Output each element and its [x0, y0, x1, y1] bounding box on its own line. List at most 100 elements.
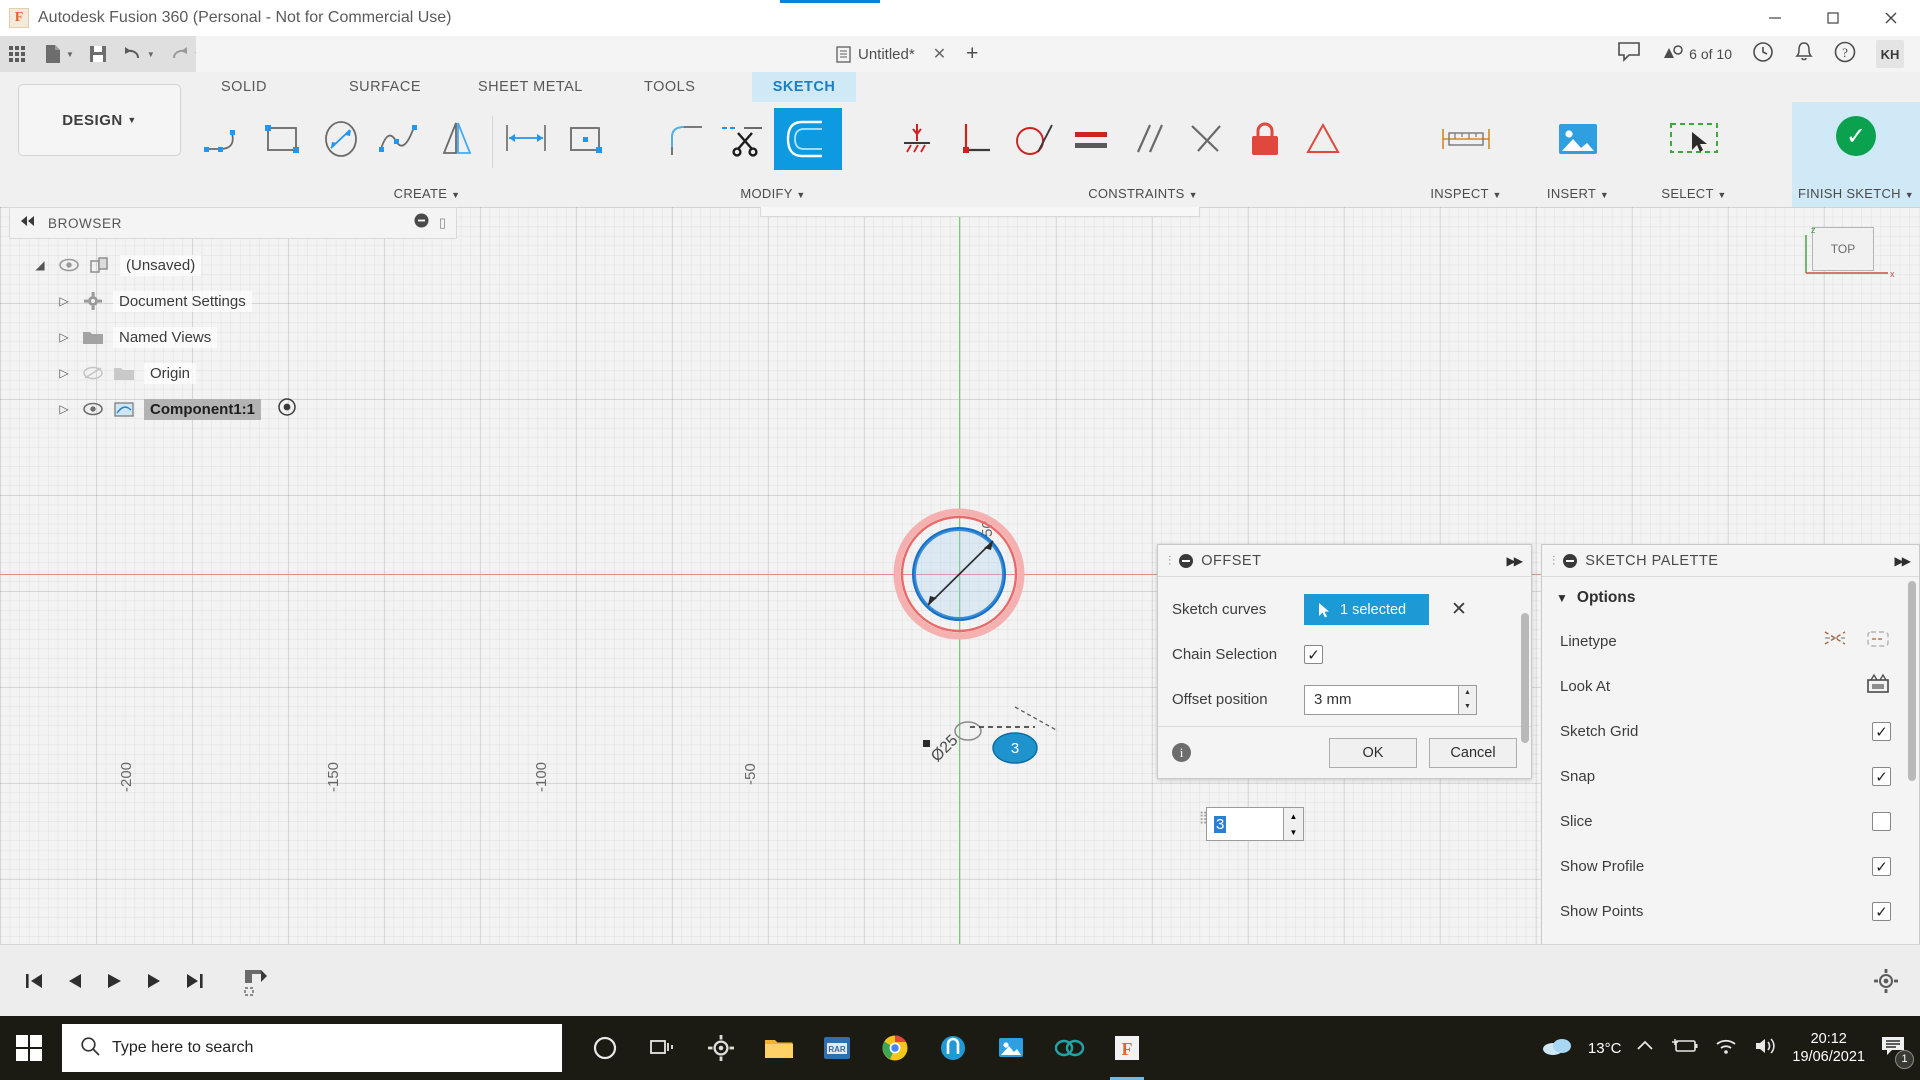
- step-forward-icon[interactable]: [134, 959, 174, 1003]
- expand-triangle-icon[interactable]: ◢: [31, 258, 49, 272]
- constraint-equal-icon[interactable]: [1062, 108, 1120, 170]
- inline-offset-field[interactable]: 3: [1206, 807, 1284, 841]
- cortana-icon[interactable]: [576, 1016, 634, 1080]
- file-explorer-icon[interactable]: [750, 1016, 808, 1080]
- maximize-button[interactable]: [1804, 0, 1862, 36]
- info-icon[interactable]: i: [1172, 743, 1191, 762]
- wifi-icon[interactable]: [1714, 1037, 1738, 1060]
- create-spline-icon[interactable]: [370, 108, 428, 170]
- palette-section-options[interactable]: ▼ Options: [1542, 577, 1919, 619]
- expand-right-icon[interactable]: ▶▶: [1507, 554, 1521, 568]
- constraint-lock-icon[interactable]: [1236, 108, 1294, 170]
- dialog-scrollbar[interactable]: [1521, 613, 1529, 743]
- constraint-symmetry-icon[interactable]: [1178, 108, 1236, 170]
- look-at-icon[interactable]: [1865, 673, 1891, 700]
- sketch-curves-selection-button[interactable]: 1 selected: [1304, 594, 1429, 625]
- winrar-icon[interactable]: RAR: [808, 1016, 866, 1080]
- finish-sketch-group[interactable]: ✓ FINISH SKETCH ▼: [1792, 102, 1920, 207]
- recent-icon[interactable]: [1752, 41, 1774, 68]
- expand-triangle-icon[interactable]: ▷: [55, 330, 73, 344]
- tab-tools[interactable]: TOOLS: [628, 72, 711, 102]
- new-file-icon[interactable]: ▼: [36, 36, 81, 72]
- linetype-centerline-icon[interactable]: [1865, 628, 1891, 655]
- grip-icon[interactable]: ▯: [439, 215, 446, 231]
- battery-charging-icon[interactable]: [1669, 1037, 1699, 1060]
- go-to-beginning-icon[interactable]: [14, 959, 54, 1003]
- collapse-left-icon[interactable]: [20, 214, 36, 232]
- browser-item-named-views[interactable]: ▷ Named Views: [9, 319, 457, 355]
- browser-item-origin[interactable]: ▷ Origin: [9, 355, 457, 391]
- ribbon-group-label-modify[interactable]: MODIFY ▼: [658, 186, 888, 201]
- modify-offset-icon[interactable]: [774, 108, 842, 170]
- taskbar-search-box[interactable]: Type here to search: [62, 1024, 562, 1072]
- browser-item-unsaved[interactable]: ◢ (Unsaved): [9, 247, 457, 283]
- inline-offset-value[interactable]: 3: [1214, 816, 1226, 833]
- chrome-icon[interactable]: [866, 1016, 924, 1080]
- user-avatar[interactable]: KH: [1876, 40, 1904, 68]
- snap-checkbox[interactable]: [1872, 767, 1891, 786]
- constraint-perpendicular-icon[interactable]: [946, 108, 1004, 170]
- fusion-launcher-icon[interactable]: [924, 1016, 982, 1080]
- show-points-checkbox[interactable]: [1872, 902, 1891, 921]
- offset-dialog-header[interactable]: ⫶ OFFSET ▶▶: [1158, 545, 1531, 577]
- constraint-tangent-icon[interactable]: [1004, 108, 1062, 170]
- offset-position-input[interactable]: 3 mm: [1304, 685, 1459, 715]
- grip-icon[interactable]: ⣿: [1199, 810, 1206, 838]
- inline-offset-stepper[interactable]: ▲ ▼: [1284, 807, 1304, 841]
- play-icon[interactable]: [94, 959, 134, 1003]
- create-circle-icon[interactable]: [312, 108, 370, 170]
- save-icon[interactable]: [81, 36, 115, 72]
- stepper-up-icon[interactable]: ▲: [1459, 686, 1476, 700]
- taskbar-clock[interactable]: 20:12 19/06/2021: [1792, 1030, 1865, 1066]
- browser-item-document-settings[interactable]: ▷ Document Settings: [9, 283, 457, 319]
- close-button[interactable]: [1862, 0, 1920, 36]
- speaker-icon[interactable]: [1753, 1036, 1777, 1061]
- view-cube[interactable]: TOP z x: [1790, 217, 1898, 293]
- tab-surface[interactable]: SURFACE: [333, 72, 437, 102]
- ribbon-group-label-insert[interactable]: INSERT ▼: [1522, 186, 1634, 201]
- stepper-up-icon[interactable]: ▲: [1284, 808, 1303, 824]
- grip-icon[interactable]: ⫶: [1168, 553, 1171, 569]
- arduino-icon[interactable]: [1040, 1016, 1098, 1080]
- ribbon-group-label-select[interactable]: SELECT ▼: [1634, 186, 1754, 201]
- chevron-down-icon[interactable]: ▼: [147, 50, 155, 59]
- select-icon[interactable]: [1665, 108, 1723, 170]
- grip-icon[interactable]: ⫶: [1552, 553, 1555, 569]
- visibility-eye-icon[interactable]: [58, 258, 80, 272]
- chevron-down-icon[interactable]: ▼: [66, 50, 74, 59]
- tab-sketch[interactable]: SKETCH: [752, 72, 856, 102]
- browser-item-component1[interactable]: ▷ Component1:1: [9, 391, 457, 427]
- modify-trim-icon[interactable]: [716, 108, 774, 170]
- help-icon[interactable]: ?: [1834, 41, 1856, 68]
- expand-triangle-icon[interactable]: ▷: [55, 402, 73, 416]
- sketch-palette[interactable]: ⫶ SKETCH PALETTE ▶▶ ▼ Options Linetype: [1541, 544, 1920, 944]
- minimize-circle-icon[interactable]: [414, 213, 429, 233]
- job-status-button[interactable]: 6 of 10: [1661, 44, 1732, 64]
- notification-icon[interactable]: 1: [1880, 1034, 1906, 1063]
- new-document-tab-button[interactable]: +: [966, 42, 978, 66]
- minimize-button[interactable]: [1746, 0, 1804, 36]
- chevron-up-icon[interactable]: [1636, 1039, 1654, 1058]
- ribbon-group-label-inspect[interactable]: INSPECT ▼: [1410, 186, 1522, 201]
- windows-start-icon[interactable]: [0, 1016, 58, 1080]
- sketch-feature-icon[interactable]: [236, 959, 276, 1003]
- ribbon-group-label-finish-sketch[interactable]: FINISH SKETCH ▼: [1792, 186, 1920, 201]
- expand-triangle-icon[interactable]: ▷: [55, 294, 73, 308]
- ok-button[interactable]: OK: [1329, 738, 1417, 768]
- create-point-icon[interactable]: [557, 108, 615, 170]
- chain-selection-checkbox[interactable]: [1304, 645, 1323, 664]
- offset-dialog[interactable]: ⫶ OFFSET ▶▶ Sketch curves 1 selected ✕ C…: [1157, 544, 1532, 779]
- linetype-construction-icon[interactable]: [1823, 628, 1849, 655]
- constraint-parallel-icon[interactable]: [1120, 108, 1178, 170]
- ribbon-group-label-constraints[interactable]: CONSTRAINTS ▼: [888, 186, 1398, 201]
- document-tab-untitled[interactable]: Untitled*: [836, 46, 915, 63]
- cancel-button[interactable]: Cancel: [1429, 738, 1517, 768]
- constraint-curvature-icon[interactable]: [1294, 108, 1352, 170]
- tab-solid[interactable]: SOLID: [205, 72, 283, 102]
- show-profile-checkbox[interactable]: [1872, 857, 1891, 876]
- modify-fillet-icon[interactable]: [658, 108, 716, 170]
- create-dimension-icon[interactable]: [499, 108, 557, 170]
- finish-sketch-check-icon[interactable]: ✓: [1836, 116, 1876, 156]
- insert-image-icon[interactable]: [1549, 108, 1607, 170]
- tab-sheet-metal[interactable]: SHEET METAL: [462, 72, 599, 102]
